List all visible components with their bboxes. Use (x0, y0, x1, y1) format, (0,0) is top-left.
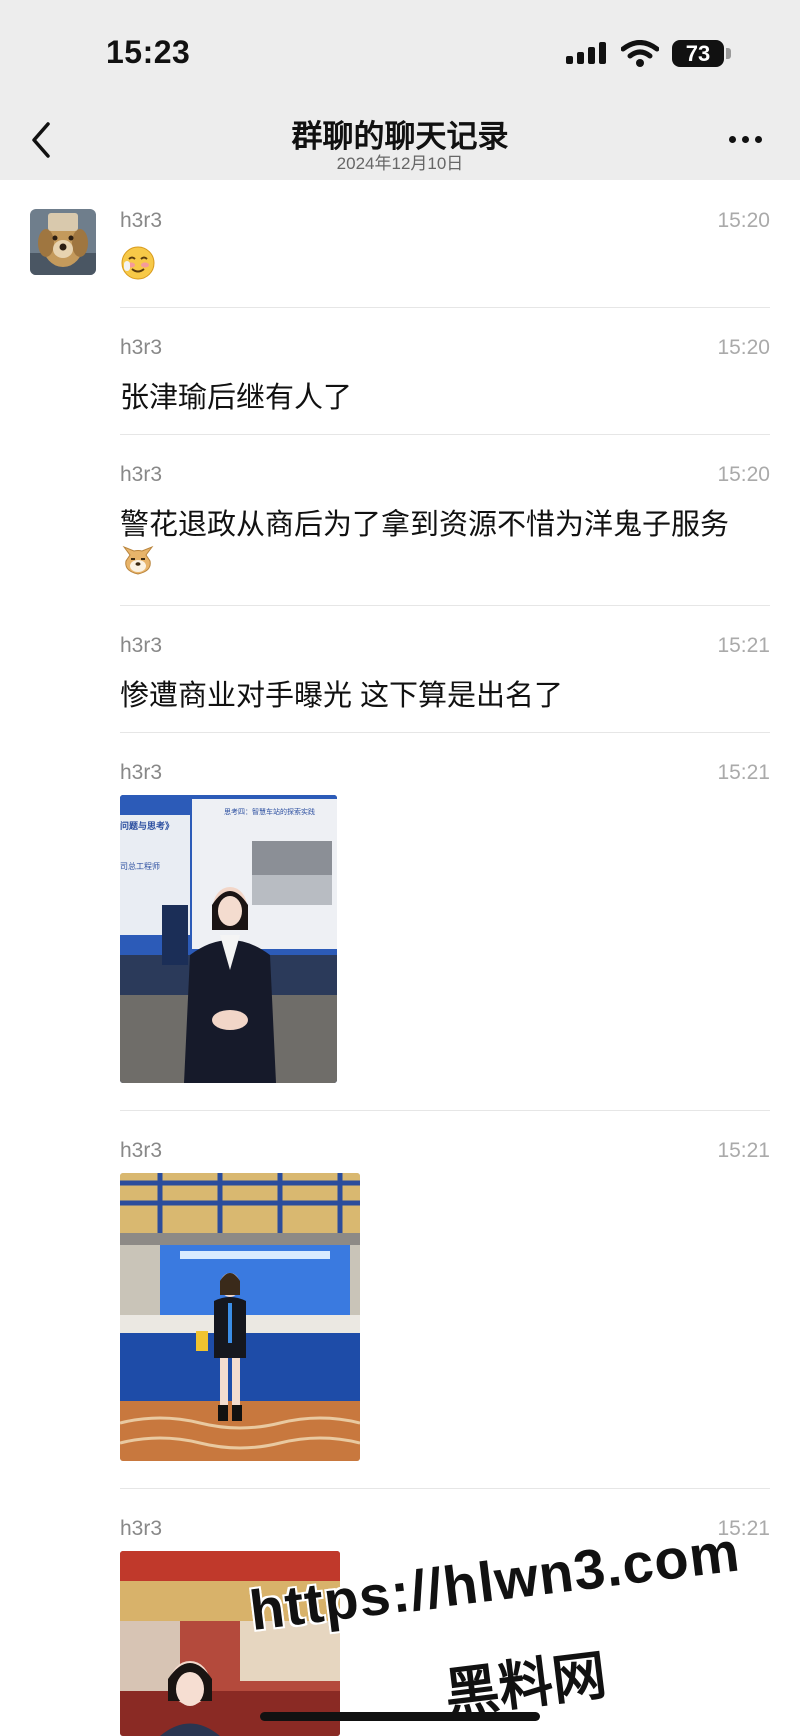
message-time: 15:20 (717, 463, 770, 486)
page-date: 2024年12月10日 (336, 154, 464, 173)
sender-name: h3r3 (120, 1139, 163, 1162)
home-indicator (260, 1712, 540, 1721)
conference-photo-1 (120, 795, 337, 1083)
message-time: 15:20 (717, 336, 770, 359)
message-text: 惨遭商业对手曝光 这下算是出名了 (120, 680, 564, 712)
message-text: 警花退政从商后为了拿到资源不惜为洋鬼子服务 (120, 509, 730, 541)
message-item[interactable]: h3r3 15:20 张津瑜后继有人了 (120, 336, 770, 414)
divider (120, 605, 770, 606)
message-item[interactable]: h3r3 15:21 惨遭商业对手曝光 这下算是出名了 (120, 634, 770, 712)
sender-name: h3r3 (120, 463, 163, 486)
battery-icon: 73 (672, 40, 724, 67)
conference-photo-2 (120, 1173, 360, 1461)
status-time: 15:23 (106, 34, 191, 70)
more-dots-icon[interactable] (726, 132, 766, 148)
message-item[interactable]: h3r3 15:20 (120, 209, 770, 289)
chevron-left-icon[interactable] (22, 116, 62, 164)
message-time: 15:21 (717, 634, 770, 657)
sender-name: h3r3 (120, 761, 163, 784)
wifi-icon (621, 40, 659, 67)
battery-tip (726, 48, 731, 59)
message-text: 张津瑜后继有人了 (120, 382, 353, 414)
divider (120, 1110, 770, 1111)
dog-avatar-image (30, 209, 96, 275)
message-time: 15:21 (717, 1139, 770, 1162)
divider (120, 434, 770, 435)
divider (120, 307, 770, 308)
divider (120, 1488, 770, 1489)
message-item[interactable]: h3r3 15:21 思考四：智慧车站的探索实践 问题与思考》 司总工程师 (120, 761, 770, 1083)
doge-emoji (122, 545, 154, 575)
sender-name: h3r3 (120, 634, 163, 657)
message-time: 15:21 (717, 761, 770, 784)
photo-thumbnail[interactable]: 思考四：智慧车站的探索实践 问题与思考》 司总工程师 (120, 795, 337, 1083)
sender-name: h3r3 (120, 1517, 163, 1540)
cellular-signal-icon (566, 42, 608, 64)
sender-name: h3r3 (120, 336, 163, 359)
photo-thumbnail[interactable] (120, 1173, 360, 1461)
avatar[interactable] (30, 209, 96, 275)
photo1-side-text: 司总工程师 (120, 862, 160, 871)
photo1-slide-title: 思考四：智慧车站的探索实践 (224, 809, 315, 816)
message-item[interactable]: h3r3 15:20 警花退政从商后为了拿到资源不惜为洋鬼子服务 (120, 463, 770, 575)
message-item[interactable]: h3r3 15:21 (120, 1139, 770, 1461)
message-time: 15:20 (717, 209, 770, 232)
smiling-face-emoji (121, 246, 155, 280)
photo1-side-text: 问题与思考》 (120, 821, 175, 831)
sender-name: h3r3 (120, 209, 163, 232)
divider (120, 732, 770, 733)
top-bar: 15:23 73 群聊的聊天记录 2024年12月10日 (0, 0, 800, 180)
